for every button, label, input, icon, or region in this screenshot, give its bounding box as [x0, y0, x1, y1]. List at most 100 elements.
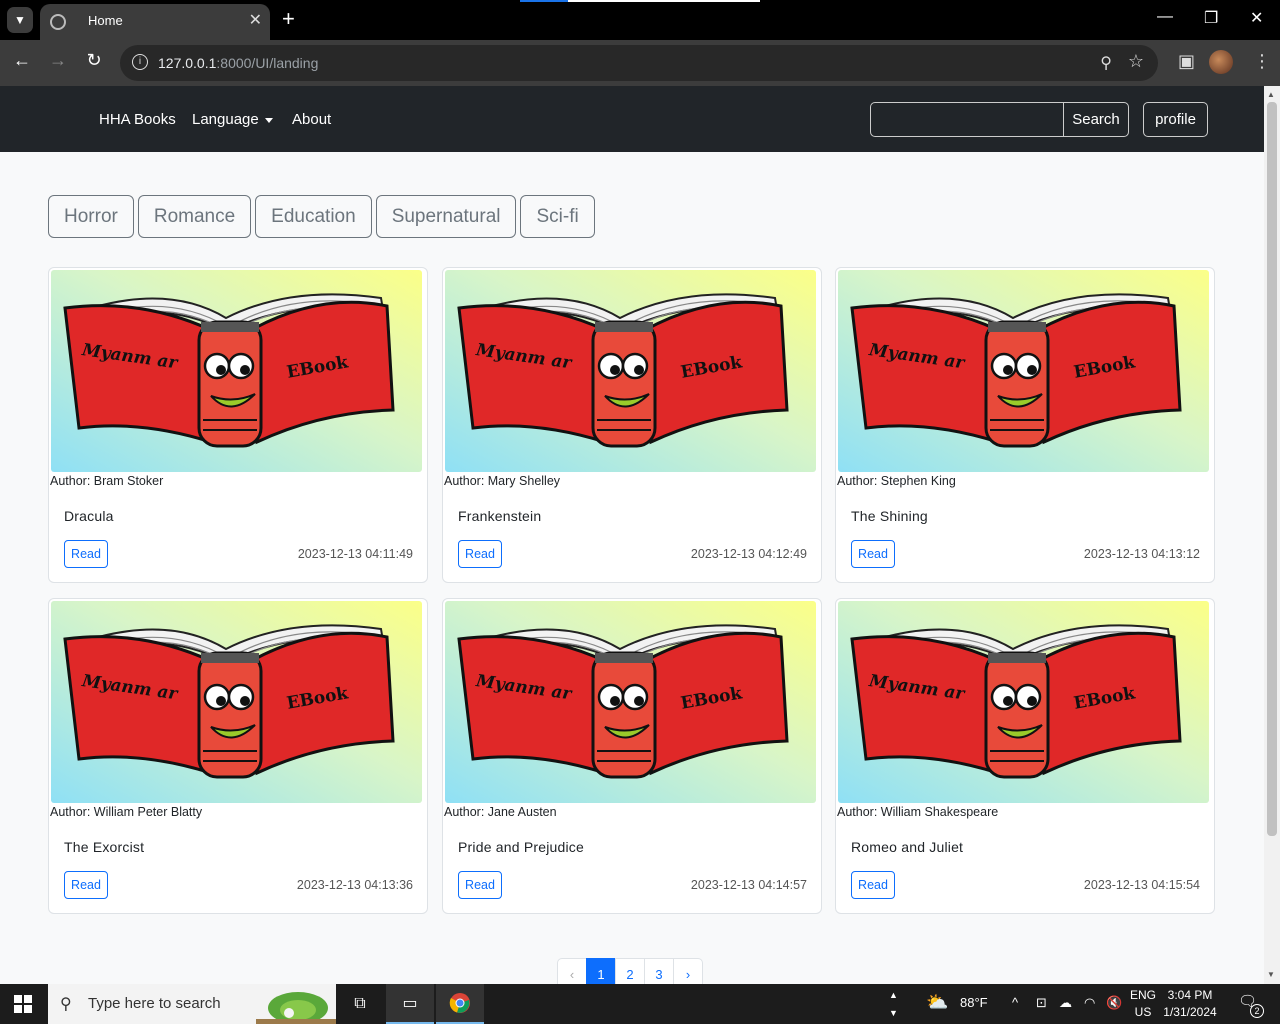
book-cover-image: Myanm ar EBook [51, 270, 422, 472]
restore-icon[interactable]: ❐ [1204, 8, 1218, 28]
loading-bar [520, 0, 760, 2]
page-content: HHA Books Language About Search profile … [0, 86, 1264, 984]
search-button[interactable]: Search [1063, 102, 1129, 137]
genre-button-romance[interactable]: Romance [137, 195, 252, 238]
windows-start-icon[interactable] [14, 995, 32, 1013]
onedrive-icon[interactable]: ☁ [1059, 995, 1072, 1011]
volume-muted-icon[interactable]: 🔇 [1106, 995, 1122, 1011]
book-cover-image: Myanm ar EBook [838, 270, 1209, 472]
read-button[interactable]: Read [64, 540, 108, 568]
language-dropdown[interactable]: Language [192, 111, 273, 128]
search-input[interactable] [870, 102, 1064, 137]
url-text[interactable]: 127.0.0.1:8000/UI/landing [158, 55, 318, 71]
reload-icon[interactable]: ↻ [81, 50, 107, 71]
book-title: The Shining [851, 508, 928, 524]
tab-list-icon[interactable]: ▼ [7, 7, 33, 33]
genre-button-supernatural[interactable]: Supernatural [375, 195, 517, 238]
book-title: The Exorcist [64, 839, 145, 855]
chrome-app-icon[interactable] [436, 984, 484, 1024]
book-date: 2023-12-13 04:13:12 [1083, 547, 1200, 561]
read-button[interactable]: Read [64, 871, 108, 899]
caret-down-icon [264, 117, 273, 123]
browser-toolbar: ← → ↻ i 127.0.0.1:8000/UI/landing ⚲ ☆ ▣ … [0, 40, 1280, 86]
notification-icon[interactable]: 🗨 2 [1238, 992, 1264, 1018]
tab-title: Home [88, 13, 123, 28]
browser-tab-bar: ▼ Home ✕ + — ❐ ✕ [0, 0, 1280, 40]
plus-icon[interactable]: + [282, 6, 295, 32]
book-cover-image: Myanm ar EBook [51, 601, 422, 803]
side-panel-icon[interactable]: ▣ [1178, 51, 1195, 72]
star-icon[interactable]: ☆ [1128, 51, 1144, 72]
back-icon[interactable]: ← [9, 50, 35, 71]
book-cover-image: Myanm ar EBook [445, 601, 816, 803]
zoom-icon[interactable]: ⚲ [1100, 53, 1112, 73]
browser-tab[interactable]: Home ✕ [40, 4, 270, 40]
genre-button-sci-fi[interactable]: Sci-fi [520, 195, 595, 238]
book-card: Myanm ar EBook Author: William Shakespea… [835, 598, 1215, 914]
brand-link[interactable]: HHA Books [99, 111, 176, 128]
pagination-prev[interactable]: ‹ [557, 958, 587, 984]
about-link[interactable]: About [292, 111, 331, 128]
book-author: Author: Jane Austen [444, 805, 557, 819]
task-view-icon[interactable]: ⧉ [336, 984, 384, 1024]
book-date: 2023-12-13 04:14:57 [690, 878, 807, 892]
book-card: Myanm ar EBook Author: William Peter Bla… [48, 598, 428, 914]
book-author: Author: William Shakespeare [837, 805, 999, 819]
minimize-icon[interactable]: — [1157, 8, 1173, 26]
pagination-next[interactable]: › [673, 958, 703, 984]
read-button[interactable]: Read [458, 540, 502, 568]
search-highlight-illustration [256, 992, 336, 1024]
book-cover-image: Myanm ar EBook [445, 270, 816, 472]
address-bar[interactable]: i 127.0.0.1:8000/UI/landing ⚲ ☆ [120, 45, 1158, 81]
pagination-page-2[interactable]: 2 [615, 958, 645, 984]
book-author: Author: William Peter Blatty [50, 805, 203, 819]
close-icon[interactable]: ✕ [249, 10, 262, 30]
profile-avatar[interactable] [1209, 50, 1233, 74]
taskbar-search-box[interactable]: ⚲ Type here to search [48, 984, 336, 1024]
clock[interactable]: 3:04 PM 1/31/2024 [1160, 987, 1220, 1021]
book-date: 2023-12-13 04:15:54 [1083, 878, 1200, 892]
book-author: Author: Bram Stoker [50, 474, 164, 488]
page-scrollbar[interactable]: ▲ ▼ [1264, 86, 1280, 984]
chevron-up-icon[interactable]: ^ [1012, 995, 1018, 1010]
read-button[interactable]: Read [851, 540, 895, 568]
close-window-icon[interactable]: ✕ [1250, 8, 1263, 28]
book-card: Myanm ar EBook Author: Stephen King The … [835, 267, 1215, 583]
search-icon: ⚲ [60, 996, 72, 1013]
scroll-down-icon[interactable]: ▼ [1267, 970, 1275, 979]
genre-button-education[interactable]: Education [255, 195, 372, 238]
taskbar-scroll-icon[interactable]: ▲ ▼ [889, 986, 898, 1022]
pagination-page-3[interactable]: 3 [644, 958, 674, 984]
forward-icon[interactable]: → [45, 50, 71, 71]
book-author: Author: Stephen King [837, 474, 956, 488]
info-icon[interactable]: i [132, 54, 148, 70]
book-card: Myanm ar EBook Author: Jane Austen Pride… [442, 598, 822, 914]
book-date: 2023-12-13 04:12:49 [690, 547, 807, 561]
book-cover-image: Myanm ar EBook [838, 601, 1209, 803]
scrollbar-thumb[interactable] [1267, 102, 1277, 836]
book-author: Author: Mary Shelley [444, 474, 561, 488]
weather-icon[interactable]: ⛅ [926, 992, 948, 1013]
input-language[interactable]: ENG US [1130, 987, 1156, 1021]
book-title: Dracula [64, 508, 114, 524]
genre-filter-bar: Horror Romance Education Supernatural Sc… [48, 195, 595, 238]
read-button[interactable]: Read [458, 871, 502, 899]
book-title: Romeo and Juliet [851, 839, 964, 855]
profile-button[interactable]: profile [1143, 102, 1208, 137]
terminal-app-icon[interactable]: ▭ [386, 984, 434, 1024]
book-card: Myanm ar EBook Author: Mary Shelley Fran… [442, 267, 822, 583]
taskbar-search-placeholder: Type here to search [88, 995, 221, 1012]
genre-button-horror[interactable]: Horror [48, 195, 134, 238]
book-card: Myanm ar EBook Author: Bram Stoker Dracu… [48, 267, 428, 583]
book-date: 2023-12-13 04:11:49 [297, 547, 413, 561]
windows-taskbar: ⚲ Type here to search ⧉ ▭ ▲ ▼ ⛅ 88°F ^ ⊡ … [0, 984, 1280, 1024]
scroll-up-icon[interactable]: ▲ [1267, 90, 1275, 99]
weather-temp[interactable]: 88°F [960, 995, 988, 1010]
pagination-page-1[interactable]: 1 [586, 958, 616, 984]
book-title: Frankenstein [458, 508, 542, 524]
kebab-menu-icon[interactable]: ⋮ [1253, 51, 1271, 72]
wifi-icon[interactable]: ◠ [1084, 995, 1095, 1011]
meet-icon[interactable]: ⊡ [1036, 995, 1047, 1011]
read-button[interactable]: Read [851, 871, 895, 899]
site-navbar: HHA Books Language About Search profile [0, 86, 1264, 152]
